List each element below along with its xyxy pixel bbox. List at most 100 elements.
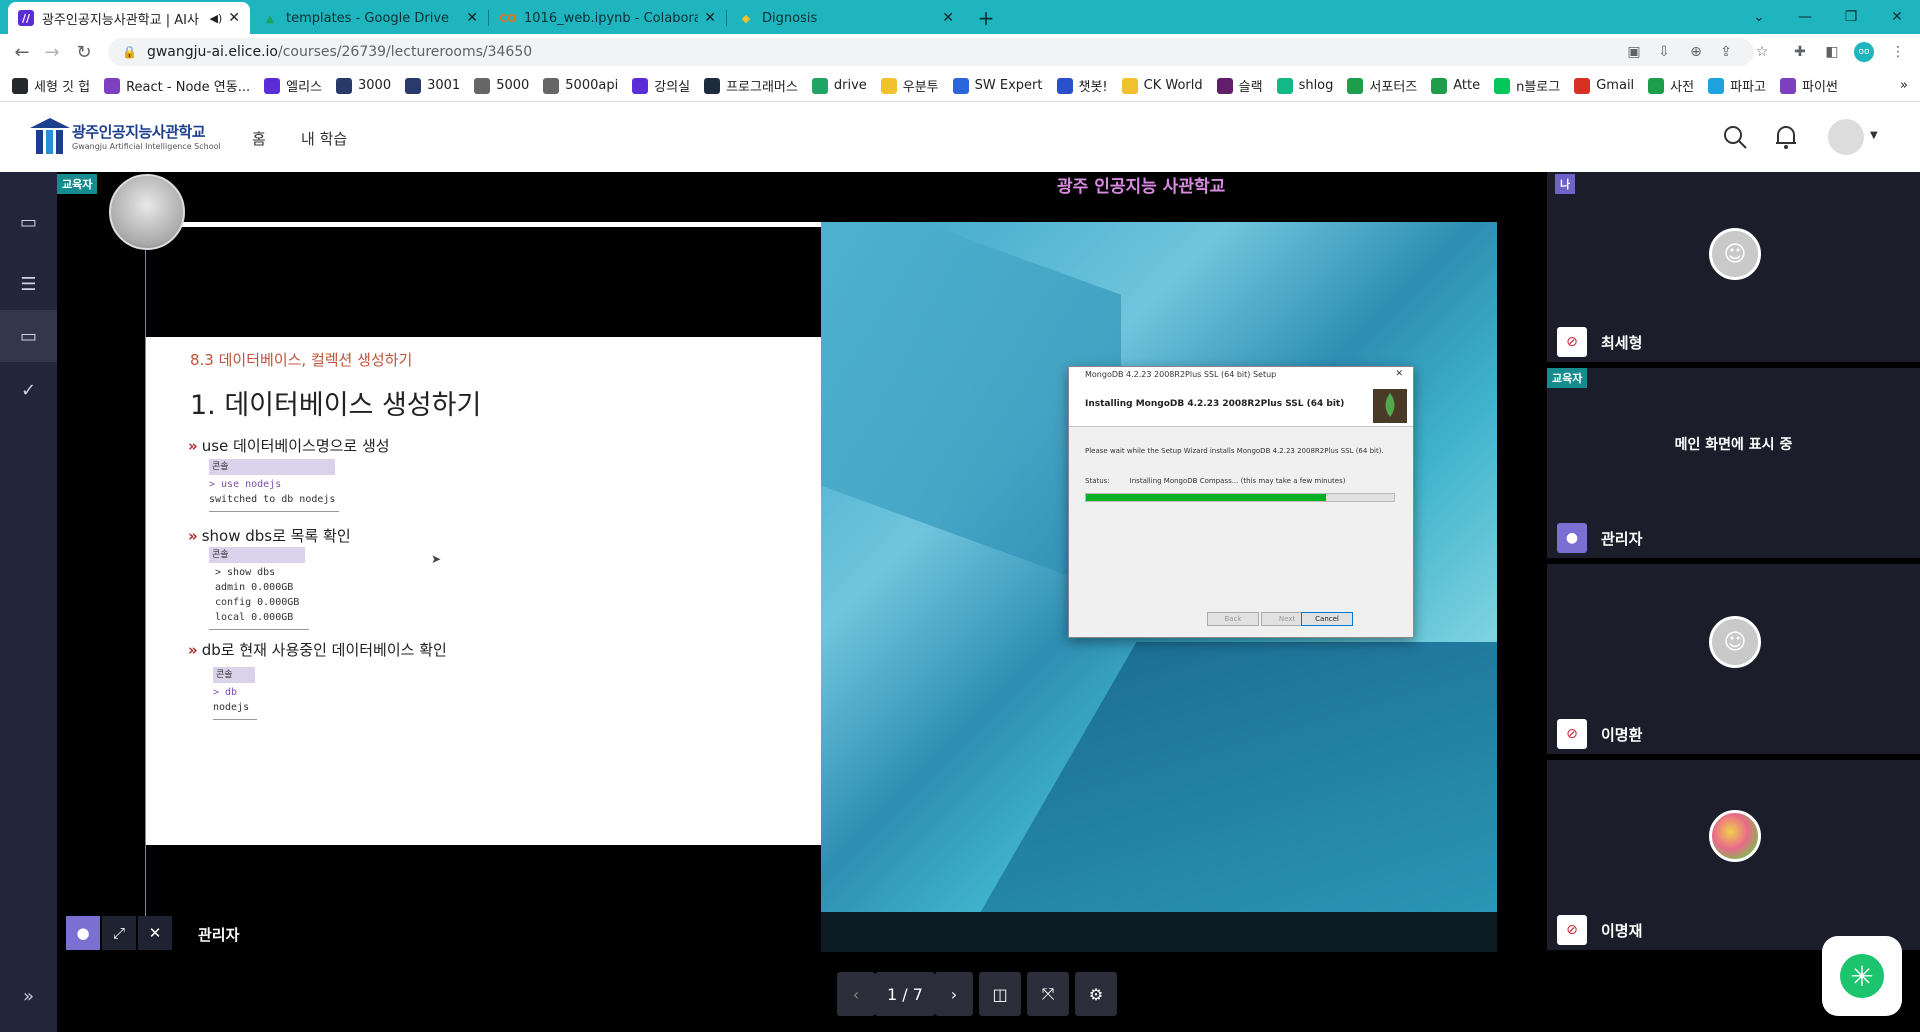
more-bookmarks-button[interactable]: »	[1900, 78, 1908, 93]
console-line: local 0.000GB	[215, 612, 294, 623]
close-window-button[interactable]: ✕	[1874, 4, 1920, 30]
bookmark-item[interactable]: 파이썬	[1779, 76, 1838, 95]
bookmark-item[interactable]: n블로그	[1494, 76, 1560, 95]
tab-google-drive[interactable]: ▲ templates - Google Drive ✕	[252, 2, 488, 34]
bookmark-item[interactable]: Atte	[1431, 77, 1480, 94]
zoom-icon[interactable]: ⊕	[1686, 42, 1706, 62]
bookmark-icon	[1708, 77, 1725, 94]
bookmark-item[interactable]: drive	[811, 77, 867, 94]
me-badge: 나	[1555, 174, 1576, 194]
bookmark-icon	[880, 77, 897, 94]
back-button[interactable]: ←	[10, 40, 34, 64]
minimize-button[interactable]: —	[1782, 4, 1828, 30]
bookmark-item[interactable]: 우분투	[880, 76, 939, 95]
list-icon[interactable]: ☰	[0, 258, 57, 310]
fit-screen-button[interactable]: ⤧	[1027, 972, 1069, 1016]
console-label: 콘솔	[209, 459, 335, 475]
browser-tab-strip: // 광주인공지능사관학교 | AI사 ◀) ✕ ▲ templates - G…	[0, 0, 1920, 34]
layout-toggle-button[interactable]: ◫	[979, 972, 1021, 1016]
bookmark-label: 세형 깃 헙	[34, 80, 91, 95]
profile-icon[interactable]: oo	[1854, 42, 1874, 62]
school-logo-icon	[28, 116, 72, 156]
tab-colab[interactable]: CO 1016_web.ipynb - Colaboratory ✕	[490, 2, 726, 34]
site-logo[interactable]: 광주인공지능사관학교 Gwangju Artificial Intelligen…	[28, 116, 221, 156]
reload-button[interactable]: ↻	[72, 40, 96, 64]
presenting-message: 메인 화면에 표시 중	[1674, 437, 1793, 453]
console-label: 콘솔	[213, 667, 255, 683]
fullscreen-button[interactable]: ✕	[138, 916, 172, 950]
bookmark-icon	[952, 77, 969, 94]
mic-icon: ●	[76, 924, 90, 942]
bookmark-item[interactable]: Gmail	[1574, 77, 1634, 94]
expand-sidebar-icon[interactable]: »	[0, 970, 57, 1022]
restore-button[interactable]: ❐	[1828, 4, 1874, 30]
prev-page-button[interactable]: ‹	[837, 972, 875, 1016]
speaker-icon: ◀)	[209, 11, 223, 25]
participant-tile: 나 ☺	[1547, 172, 1920, 322]
new-tab-button[interactable]: +	[970, 2, 1002, 34]
tab-dignosis[interactable]: ◆ Dignosis ✕	[728, 2, 964, 34]
lecture-note-icon[interactable]: ▭	[0, 196, 57, 248]
settings-button[interactable]: ⚙	[1075, 972, 1117, 1016]
logo-subtitle: Gwangju Artificial Intelligence School	[72, 142, 221, 151]
caret-down-icon[interactable]: ▼	[1870, 130, 1878, 141]
bottom-controls: ‹ 1 / 7 › ◫ ⤧ ⚙	[57, 952, 1547, 1032]
bookmark-item[interactable]: 3001	[405, 77, 460, 94]
forward-button[interactable]: →	[40, 40, 64, 64]
pop-out-button[interactable]: ⤢	[102, 916, 136, 950]
mic-button[interactable]: ●	[66, 916, 100, 950]
extensions-icon[interactable]: ✚	[1790, 42, 1810, 62]
camera-blocked-icon[interactable]: ▣	[1624, 42, 1644, 62]
console-line: > use nodejs	[209, 479, 282, 490]
bookmark-star-icon[interactable]: ☆	[1752, 42, 1772, 62]
install-app-icon[interactable]: ⇩	[1654, 42, 1674, 62]
nav-my-learning[interactable]: 내 학습	[301, 128, 347, 149]
bookmark-icon	[543, 77, 560, 94]
slide-heading: » use 데이터베이스명으로 생성	[188, 437, 390, 455]
close-tab-icon[interactable]: ✕	[942, 10, 954, 26]
bookmark-label: 엘리스	[286, 80, 322, 95]
bookmark-item[interactable]: 3000	[336, 77, 392, 94]
bookmark-item[interactable]: 사전	[1648, 76, 1694, 95]
slide-heading: » show dbs로 목록 확인	[188, 527, 351, 545]
bookmark-item[interactable]: 챗봇!	[1056, 76, 1108, 95]
search-icon[interactable]	[1722, 124, 1748, 154]
next-page-button[interactable]: ›	[935, 972, 973, 1016]
bookmark-item[interactable]: CK World	[1121, 77, 1203, 94]
bookmark-item[interactable]: 세형 깃 헙	[12, 76, 90, 95]
address-bar[interactable]: 🔒 gwangju-ai.elice.io/courses/26739/lect…	[108, 38, 1754, 66]
tab-divider	[488, 10, 489, 26]
educator-badge: 교육자	[1547, 368, 1588, 388]
bookmark-item[interactable]: 강의실	[632, 76, 690, 95]
bookmark-item[interactable]: 5000api	[543, 77, 618, 94]
bookmark-label: 3000	[358, 78, 392, 93]
close-tab-icon[interactable]: ✕	[466, 10, 478, 26]
check-circle-icon[interactable]: ✓	[0, 364, 57, 416]
installer-status: Status: Installing MongoDB Compass... (th…	[1069, 455, 1413, 485]
desktop-taskbar	[821, 912, 1497, 952]
menu-icon[interactable]: ⋮	[1888, 42, 1908, 62]
share-icon[interactable]: ⇪	[1716, 42, 1736, 62]
bookmark-item[interactable]: 프로그래머스	[704, 76, 798, 95]
bookmark-item[interactable]: SW Expert	[952, 77, 1043, 94]
tab-search-icon[interactable]: ⌄	[1736, 4, 1782, 30]
help-floating-button[interactable]: ✳	[1822, 936, 1902, 1016]
side-panel-icon[interactable]: ◧	[1822, 42, 1842, 62]
bell-icon[interactable]	[1774, 124, 1798, 154]
close-tab-icon[interactable]: ✕	[228, 10, 240, 26]
bookmark-item[interactable]: React - Node 연동...	[104, 76, 250, 95]
bookmark-item[interactable]: 엘리스	[264, 76, 322, 95]
close-tab-icon[interactable]: ✕	[704, 10, 716, 26]
bookmark-label: 사전	[1670, 80, 1695, 95]
bookmark-item[interactable]: 슬랙	[1216, 76, 1263, 95]
console-rule	[209, 629, 309, 630]
bookmark-item[interactable]: 서포터즈	[1347, 76, 1417, 95]
bookmark-item[interactable]: 파파고	[1708, 76, 1766, 95]
user-avatar[interactable]	[1828, 119, 1864, 155]
bookmark-item[interactable]: shlog	[1276, 77, 1333, 94]
tab-elice[interactable]: // 광주인공지능사관학교 | AI사 ◀) ✕	[8, 2, 250, 34]
screen-icon[interactable]: ▭	[0, 310, 57, 362]
bookmark-icon	[336, 77, 352, 94]
nav-home[interactable]: 홈	[252, 128, 266, 149]
bookmark-item[interactable]: 5000	[474, 77, 529, 94]
